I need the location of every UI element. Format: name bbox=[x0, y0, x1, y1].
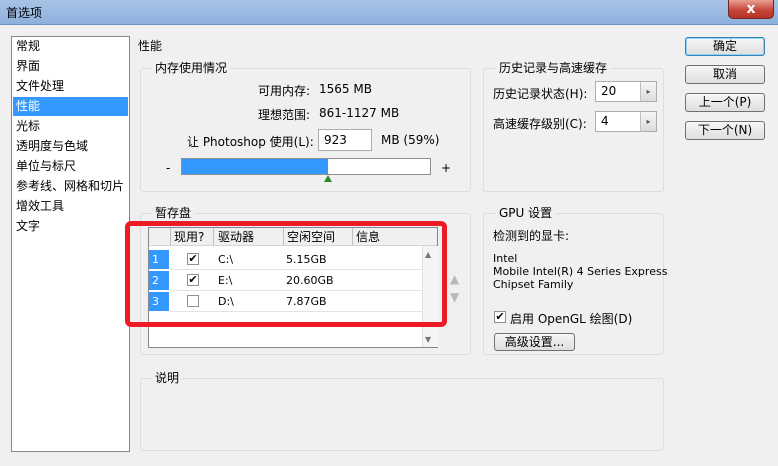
description-group bbox=[140, 378, 664, 451]
memory-unit-label: MB (59%) bbox=[381, 133, 440, 147]
scroll-down-icon[interactable]: ▼ bbox=[425, 335, 431, 344]
category-item-file-handling[interactable]: 文件处理 bbox=[13, 77, 128, 96]
category-item-plugins[interactable]: 增效工具 bbox=[13, 197, 128, 216]
next-button[interactable]: 下一个(N) bbox=[685, 121, 765, 140]
category-item-interface[interactable]: 界面 bbox=[13, 57, 128, 76]
card-name-line: Chipset Family bbox=[493, 278, 574, 291]
move-up-arrow-icon[interactable]: ▲ bbox=[450, 272, 459, 286]
history-states-label: 历史记录状态(H): bbox=[493, 87, 588, 101]
opengl-label[interactable]: 启用 OpenGL 绘图(D) bbox=[510, 310, 632, 327]
let-photoshop-use-label: 让 Photoshop 使用(L): bbox=[187, 135, 314, 149]
category-item-performance[interactable]: 性能 bbox=[13, 97, 128, 116]
history-states-spinner[interactable]: ▸ bbox=[640, 82, 656, 101]
memory-slider-thumb[interactable] bbox=[324, 175, 332, 182]
cache-levels-spinner[interactable]: ▸ bbox=[640, 112, 656, 131]
category-item-type[interactable]: 文字 bbox=[13, 217, 128, 236]
title-bar bbox=[0, 0, 778, 25]
advanced-settings-button[interactable]: 高级设置... bbox=[494, 333, 575, 351]
memory-slider-track[interactable] bbox=[181, 158, 431, 175]
window-title: 首选项 bbox=[6, 6, 43, 20]
category-item-units-rulers[interactable]: 单位与标尺 bbox=[13, 157, 128, 176]
category-list[interactable]: 常规 界面 文件处理 性能 光标 透明度与色域 单位与标尺 参考线、网格和切片 … bbox=[11, 36, 130, 452]
ok-button[interactable]: 确定 bbox=[685, 37, 765, 56]
opengl-checkbox[interactable]: ✔ bbox=[494, 311, 506, 323]
memory-slider-fill bbox=[182, 159, 328, 174]
history-cache-title: 历史记录与高速缓存 bbox=[496, 61, 611, 75]
scratch-disks-title: 暂存盘 bbox=[152, 206, 195, 220]
move-down-arrow-icon[interactable]: ▼ bbox=[450, 290, 459, 304]
available-memory-label: 可用内存: bbox=[258, 84, 311, 98]
cache-levels-label: 高速缓存级别(C): bbox=[493, 117, 587, 131]
detected-card-label: 检测到的显卡: bbox=[493, 229, 570, 243]
close-button[interactable]: x bbox=[728, 0, 774, 19]
description-title: 说明 bbox=[152, 371, 183, 385]
annotation-highlight-box bbox=[125, 221, 447, 327]
memory-usage-title: 内存使用情况 bbox=[152, 61, 231, 75]
gpu-settings-title: GPU 设置 bbox=[496, 206, 556, 220]
ideal-range-label: 理想范围: bbox=[258, 108, 311, 122]
category-item-guides-grid-slices[interactable]: 参考线、网格和切片 bbox=[13, 177, 128, 196]
slider-min-label: - bbox=[166, 161, 171, 175]
available-memory-value: 1565 MB bbox=[319, 82, 372, 96]
card-name-line: Intel bbox=[493, 252, 518, 265]
category-item-cursors[interactable]: 光标 bbox=[13, 117, 128, 136]
category-item-general[interactable]: 常规 bbox=[13, 37, 128, 56]
ideal-range-value: 861-1127 MB bbox=[319, 106, 400, 120]
previous-button[interactable]: 上一个(P) bbox=[685, 93, 765, 112]
memory-amount-input[interactable]: 923 bbox=[318, 129, 372, 151]
card-name-line: Mobile Intel(R) 4 Series Express bbox=[493, 265, 668, 278]
section-title: 性能 bbox=[138, 39, 163, 53]
cancel-button[interactable]: 取消 bbox=[685, 65, 765, 84]
slider-max-label: + bbox=[441, 161, 452, 175]
category-item-transparency-gamut[interactable]: 透明度与色域 bbox=[13, 137, 128, 156]
